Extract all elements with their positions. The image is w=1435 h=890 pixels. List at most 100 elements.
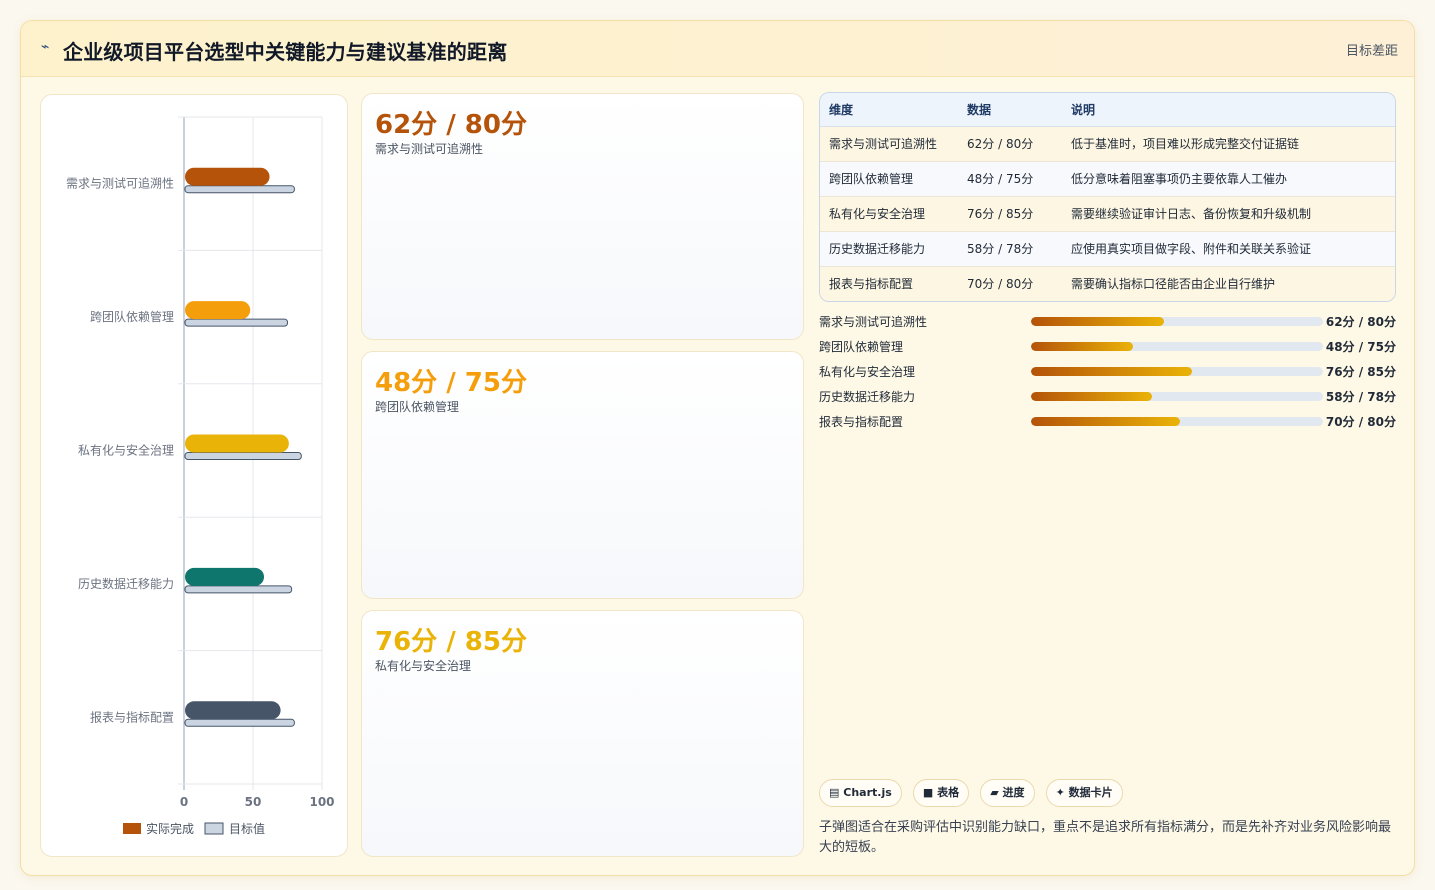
table-cell: 跨团队依赖管理: [820, 160, 958, 196]
progress-track: [1031, 342, 1323, 351]
progress-row: 历史数据迁移能力 58分 / 78分: [819, 388, 1396, 413]
legend-label: 实际完成: [146, 821, 194, 836]
metric-label: 需求与测试可追溯性: [375, 142, 484, 156]
table-cell: 76分 / 85分: [958, 195, 1062, 231]
progress-value: 48分 / 75分: [1325, 340, 1396, 354]
progress-label: 报表与指标配置: [819, 415, 904, 429]
chart-icon: ▤: [829, 786, 840, 799]
table-cell: 需要继续验证审计日志、备份恢复和升级机制: [1062, 195, 1395, 231]
chip-bar: ▤ Chart.js ■ 表格 ▰ 进度 ✦ 数据卡片: [819, 779, 1129, 807]
column-header: 说明: [1062, 93, 1395, 127]
table-cell: 70分 / 80分: [958, 265, 1062, 301]
progress-fill: [1031, 342, 1134, 351]
header-tag: 目标差距: [1345, 44, 1398, 59]
dashboard-panel: ⌁ 企业级项目平台选型中关键能力与建议基准的距离 目标差距 需求与测试可追溯性跨…: [20, 20, 1415, 876]
category-label: 跨团队依赖管理: [90, 309, 174, 324]
x-tick-label: 0: [180, 795, 188, 809]
table-cell: 62分 / 80分: [958, 125, 1062, 161]
x-tick-label: 100: [309, 795, 334, 809]
sparkle-icon: ✦: [1055, 786, 1065, 799]
actual-bar: [185, 567, 265, 586]
column-header: 维度: [820, 93, 958, 127]
metric-card: 48分 / 75分 跨团队依赖管理: [361, 351, 804, 599]
target-bar: [184, 452, 302, 460]
bullet-chart: 需求与测试可追溯性跨团队依赖管理私有化与安全治理 历史数据迁移能力报表与指标配置 0…: [40, 94, 348, 857]
x-tick-label: 50: [245, 795, 262, 809]
actual-bar: [185, 701, 281, 720]
target-bar: [184, 318, 288, 327]
table-cell: 48分 / 75分: [958, 160, 1062, 196]
progress-fill: [1031, 417, 1180, 426]
table-cell: 低于基准时，项目难以形成完整交付证据链: [1062, 125, 1395, 161]
progress-row: 需求与测试可追溯性 62分 / 80分: [819, 313, 1396, 338]
progress-fill: [1031, 367, 1193, 376]
header-bar: ⌁ 企业级项目平台选型中关键能力与建议基准的距离 目标差距: [21, 21, 1414, 77]
legend-swatch-target: [204, 822, 224, 835]
progress-track: [1031, 317, 1323, 326]
progress-row: 报表与指标配置 70分 / 80分: [819, 413, 1396, 438]
progress-label: 私有化与安全治理: [819, 365, 916, 379]
progress-value: 70分 / 80分: [1325, 415, 1396, 429]
progress-track: [1031, 367, 1323, 376]
progress-value: 58分 / 78分: [1325, 390, 1396, 404]
target-bar: [184, 585, 293, 594]
target-bar: [184, 718, 295, 727]
metric-label: 私有化与安全治理: [375, 659, 472, 673]
data-table: 维度 数据 说明 需求与测试可追溯性 62分 / 80分 低于基准时，项目难以形…: [819, 92, 1396, 302]
table-cell: 历史数据迁移能力: [820, 230, 958, 266]
category-label: 报表与指标配置: [90, 709, 174, 724]
legend-label: 目标值: [229, 821, 265, 836]
table-row: 需求与测试可追溯性 62分 / 80分 低于基准时，项目难以形成完整交付证据链: [820, 125, 1395, 161]
column-header: 数据: [958, 93, 1062, 127]
actual-bar: [185, 167, 270, 186]
chip-table[interactable]: ■ 表格: [912, 779, 970, 807]
progress-value: 76分 / 85分: [1325, 365, 1396, 379]
table-cell: 报表与指标配置: [820, 265, 958, 301]
legend-swatch-actual: [123, 823, 141, 834]
progress-row: 跨团队依赖管理 48分 / 75分: [819, 338, 1396, 363]
actual-bar: [185, 301, 251, 320]
category-label: 需求与测试可追溯性: [66, 176, 174, 191]
chart-svg: 需求与测试可追溯性跨团队依赖管理私有化与安全治理历史数据迁移能力报表与指标配置 0…: [66, 116, 335, 836]
chip-label: Chart.js: [843, 786, 892, 799]
table-icon: ■: [922, 786, 934, 799]
progress-icon: ▰: [990, 786, 999, 799]
progress-value: 62分 / 80分: [1325, 315, 1396, 329]
table-header-row: 维度 数据 说明: [820, 93, 1395, 127]
metric-label: 跨团队依赖管理: [375, 400, 460, 414]
chip-label: 表格: [937, 786, 960, 799]
table-row: 历史数据迁移能力 58分 / 78分 应使用真实项目做字段、附件和关联关系验证: [820, 230, 1395, 266]
progress-fill: [1031, 317, 1164, 326]
progress-list: 需求与测试可追溯性 62分 / 80分 跨团队依赖管理 48分 / 75分 私有…: [819, 313, 1396, 438]
metric-value: 48分 / 75分: [375, 368, 527, 398]
chip-progress[interactable]: ▰ 进度: [980, 779, 1035, 807]
table-cell: 需要确认指标口径能否由企业自行维护: [1062, 265, 1395, 301]
metric-value: 76分 / 85分: [375, 627, 527, 657]
table-cell: 私有化与安全治理: [820, 195, 958, 231]
table-row: 跨团队依赖管理 48分 / 75分 低分意味着阻塞事项仍主要依靠人工催办: [820, 160, 1395, 196]
table-cell: 需求与测试可追溯性: [820, 125, 958, 161]
progress-row: 私有化与安全治理 76分 / 85分: [819, 363, 1396, 388]
table-cell: 低分意味着阻塞事项仍主要依靠人工催办: [1062, 160, 1395, 196]
chip-data-card[interactable]: ✦ 数据卡片: [1045, 779, 1123, 807]
chip-label: 进度: [1002, 786, 1025, 799]
chip-label: 数据卡片: [1068, 786, 1113, 799]
table-row: 私有化与安全治理 76分 / 85分 需要继续验证审计日志、备份恢复和升级机制: [820, 195, 1395, 231]
page-title: 企业级项目平台选型中关键能力与建议基准的距离: [63, 40, 508, 64]
category-label: 历史数据迁移能力: [78, 576, 174, 591]
table-cell: 应使用真实项目做字段、附件和关联关系验证: [1062, 230, 1395, 266]
progress-label: 跨团队依赖管理: [819, 340, 904, 354]
progress-track: [1031, 392, 1323, 401]
footnote: 子弹图适合在采购评估中识别能力缺口，重点不是追求所有指标满分，而是先补齐对业务风…: [819, 820, 1392, 855]
progress-track: [1031, 417, 1323, 426]
progress-fill: [1031, 392, 1153, 401]
progress-label: 历史数据迁移能力: [819, 390, 916, 404]
metric-card: 62分 / 80分 需求与测试可追溯性: [361, 93, 804, 340]
target-bar: [184, 185, 295, 194]
metric-value: 62分 / 80分: [375, 110, 527, 140]
actual-bar: [185, 434, 289, 453]
chip-chartjs[interactable]: ▤ Chart.js: [819, 779, 902, 807]
category-label: 私有化与安全治理: [78, 443, 174, 458]
progress-label: 需求与测试可追溯性: [819, 315, 928, 329]
metric-card: 76分 / 85分 私有化与安全治理: [361, 610, 804, 857]
